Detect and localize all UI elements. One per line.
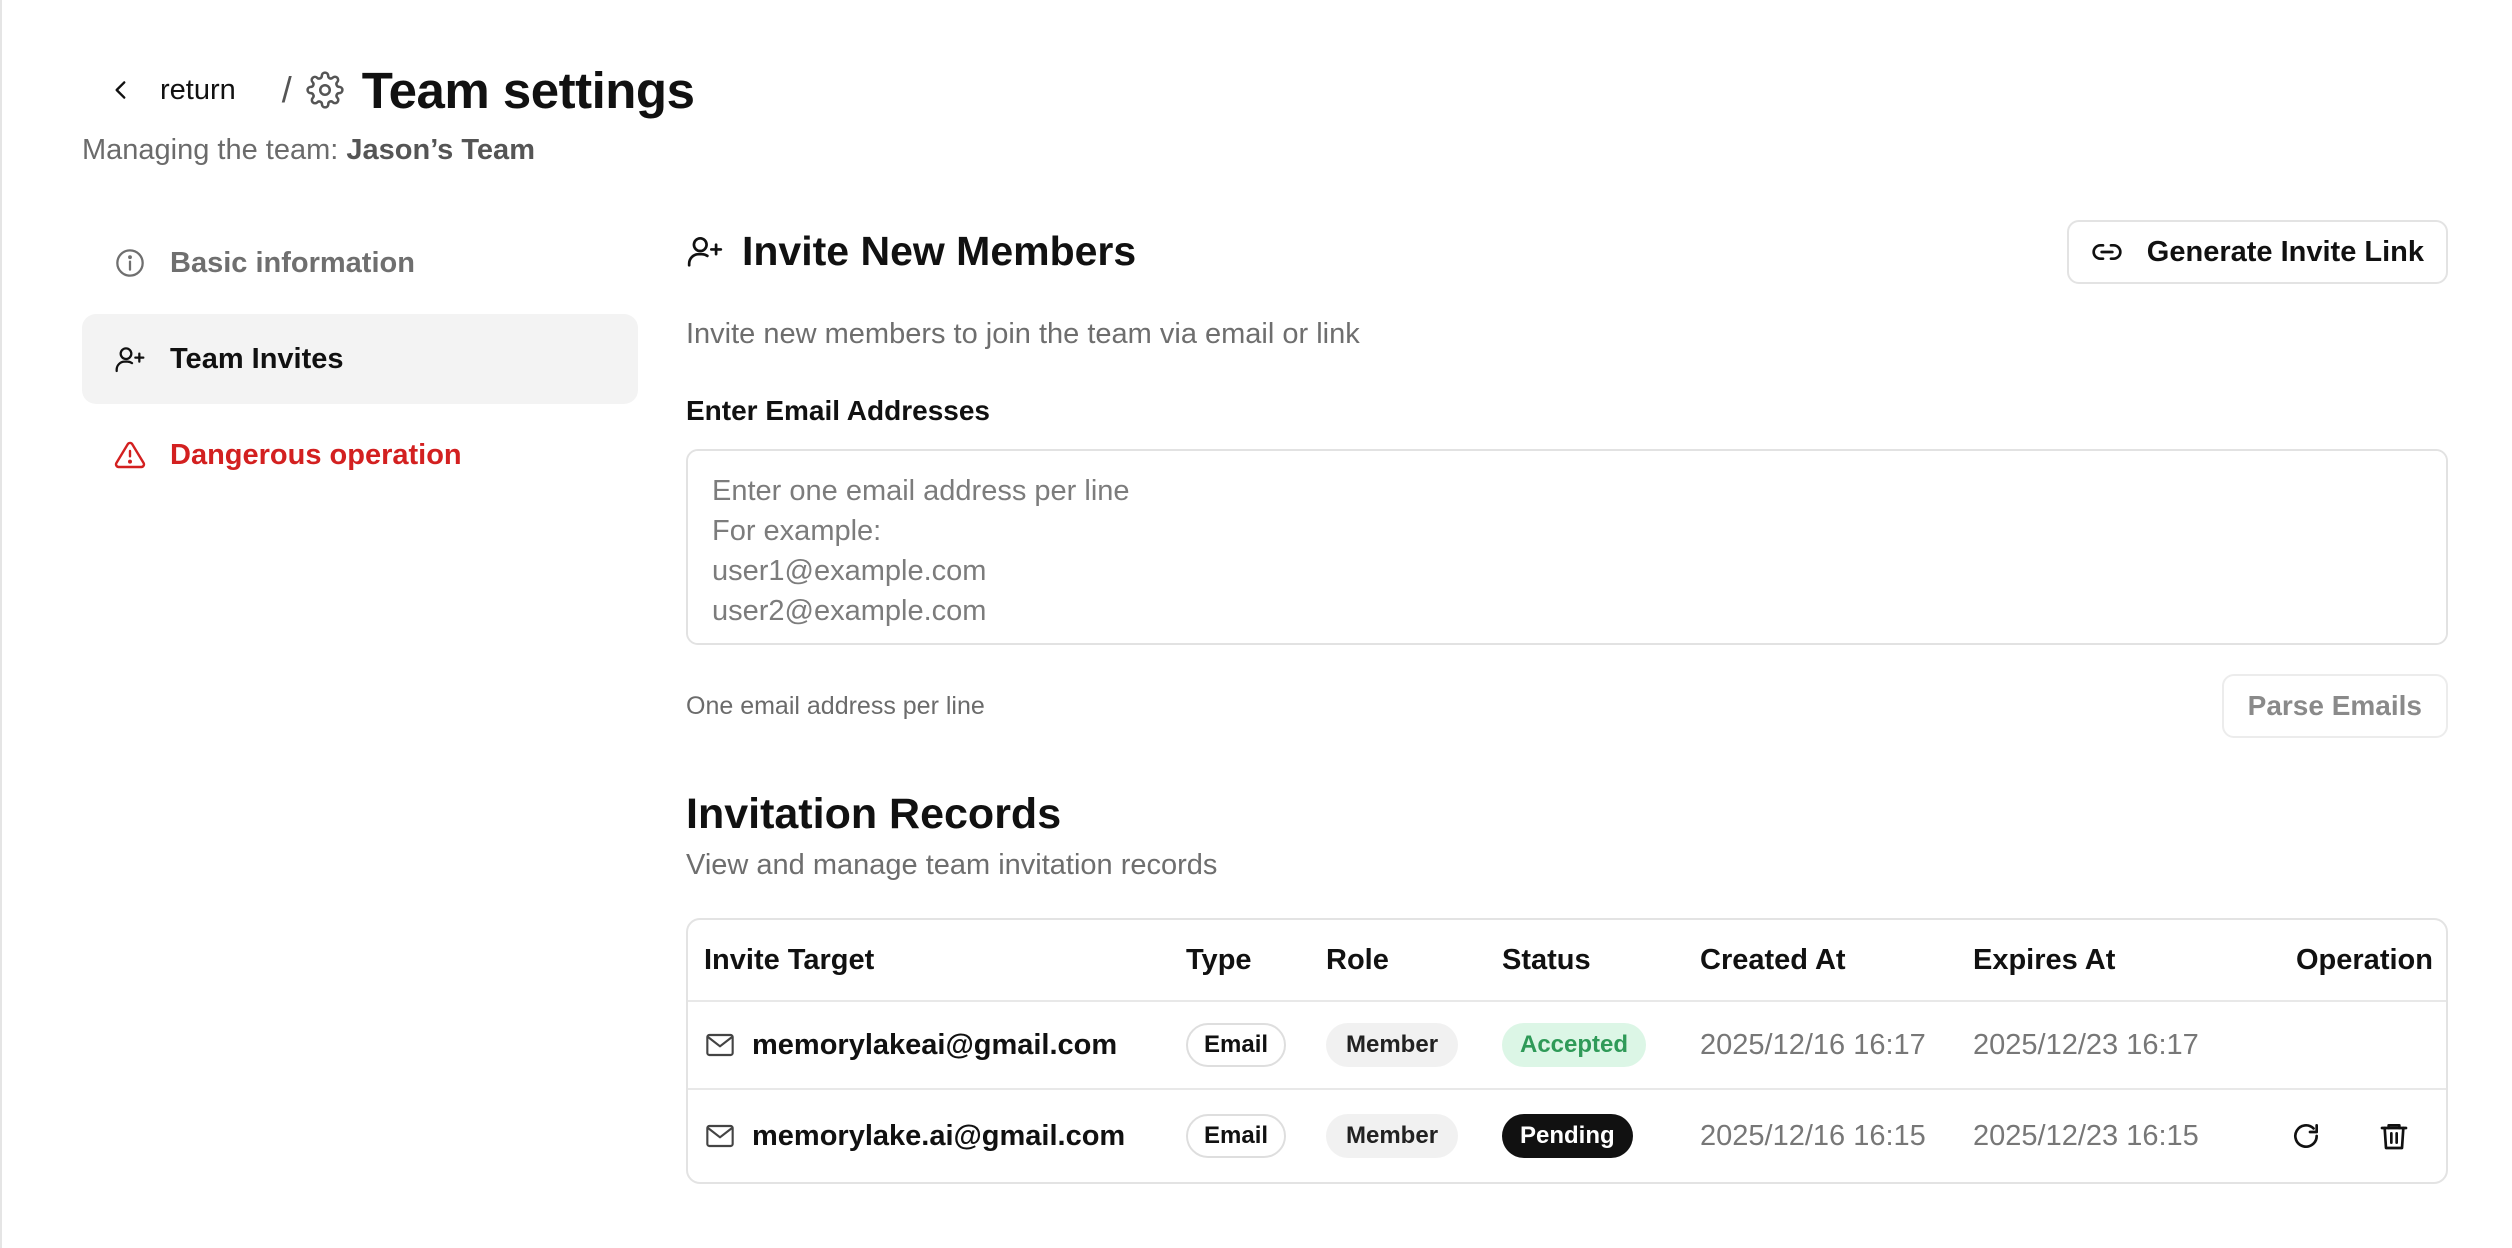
- return-link[interactable]: return: [96, 66, 248, 114]
- invite-description: Invite new members to join the team via …: [686, 318, 1360, 350]
- return-label: return: [160, 73, 236, 106]
- invitation-records-table: Invite Target Type Role Status Created A…: [686, 918, 2448, 1184]
- user-plus-icon: [115, 347, 145, 373]
- created-at-cell: 2025/12/16 16:15: [1700, 1119, 1926, 1152]
- created-at-cell: 2025/12/16 16:17: [1700, 1028, 1926, 1061]
- sidebar-item-label: Dangerous operation: [170, 438, 462, 471]
- expires-at-cell: 2025/12/23 16:17: [1973, 1028, 2199, 1061]
- gear-icon: [306, 70, 346, 110]
- invite-target-cell: memorylake.ai@gmail.com: [704, 1090, 1125, 1182]
- sidebar-item-label: Basic information: [170, 246, 415, 279]
- mail-icon: [706, 1124, 734, 1148]
- link-icon: [2092, 244, 2122, 260]
- column-header-operation: Operation: [2296, 943, 2433, 976]
- email-hint-row: One email address per line Parse Emails: [686, 674, 2448, 738]
- window-edge: [0, 0, 2, 1248]
- trash-icon: [2380, 1124, 2408, 1150]
- type-cell: Email: [1186, 1090, 1287, 1182]
- mail-icon: [706, 1033, 734, 1057]
- chevron-left-icon: [115, 81, 126, 99]
- invite-section-title: Invite New Members: [742, 227, 1137, 274]
- invite-section-header: Invite New Members Generate Invite Link: [686, 218, 2448, 284]
- team-name: Jason’s Team: [346, 134, 535, 166]
- table-header-row: Invite Target Type Role Status Created A…: [688, 920, 2446, 1000]
- invite-target-email: memorylakeai@gmail.com: [752, 1028, 1118, 1061]
- status-cell: Pending: [1502, 1090, 1633, 1182]
- type-badge: Email: [1186, 1114, 1287, 1158]
- info-icon: [116, 249, 144, 277]
- parse-emails-button[interactable]: Parse Emails: [2221, 674, 2448, 738]
- sidebar-item-dangerous-operation[interactable]: Dangerous operation: [82, 410, 638, 500]
- status-badge: Pending: [1502, 1114, 1633, 1158]
- generate-invite-link-button[interactable]: Generate Invite Link: [2066, 220, 2448, 284]
- status-cell: Accepted: [1502, 1002, 1647, 1088]
- type-badge: Email: [1186, 1023, 1287, 1067]
- role-cell: Member: [1326, 1090, 1459, 1182]
- records-title: Invitation Records: [686, 790, 1062, 838]
- breadcrumb: return / Team settings: [96, 58, 695, 122]
- column-header-status: Status: [1502, 943, 1591, 976]
- records-description: View and manage team invitation records: [686, 849, 1218, 881]
- status-badge: Accepted: [1502, 1023, 1647, 1067]
- role-badge: Member: [1326, 1114, 1459, 1158]
- expires-at-cell: 2025/12/23 16:15: [1973, 1119, 2199, 1152]
- column-header-type: Type: [1186, 943, 1252, 976]
- email-field-label: Enter Email Addresses: [686, 395, 990, 426]
- column-header-expires-at: Expires At: [1973, 943, 2116, 976]
- warning-icon: [114, 441, 146, 469]
- operation-cell: [2278, 1090, 2422, 1182]
- generate-invite-link-label: Generate Invite Link: [2146, 235, 2424, 268]
- role-cell: Member: [1326, 1002, 1459, 1088]
- refresh-icon: [2294, 1124, 2318, 1148]
- table-row: memorylakeai@gmail.com Email Member Acce…: [688, 1000, 2446, 1088]
- user-plus-icon: [687, 236, 723, 267]
- email-hint: One email address per line: [686, 692, 985, 720]
- delete-invite-button[interactable]: [2366, 1108, 2422, 1164]
- resend-invite-button[interactable]: [2278, 1108, 2334, 1164]
- sidebar-item-label: Team Invites: [170, 342, 344, 375]
- subtitle-prefix: Managing the team:: [82, 134, 339, 166]
- breadcrumb-separator: /: [281, 69, 292, 110]
- column-header-invite-target: Invite Target: [704, 943, 875, 976]
- team-subtitle: Managing the team: Jason’s Team: [82, 134, 535, 167]
- email-addresses-input[interactable]: [686, 449, 2448, 645]
- invite-target-email: memorylake.ai@gmail.com: [752, 1119, 1126, 1152]
- sidebar-item-basic-information[interactable]: Basic information: [82, 218, 638, 308]
- sidebar-item-team-invites[interactable]: Team Invites: [82, 314, 638, 404]
- column-header-role: Role: [1326, 943, 1389, 976]
- main-content: Invite New Members Generate Invite Link …: [686, 218, 2448, 1184]
- role-badge: Member: [1326, 1023, 1459, 1067]
- type-cell: Email: [1186, 1002, 1287, 1088]
- page-title: Team settings: [361, 61, 695, 119]
- settings-sidebar: Basic information Team Invites Dangerous…: [82, 218, 638, 506]
- invite-target-cell: memorylakeai@gmail.com: [704, 1002, 1117, 1088]
- table-row: memorylake.ai@gmail.com Email Member Pen…: [688, 1088, 2446, 1182]
- column-header-created-at: Created At: [1700, 943, 1846, 976]
